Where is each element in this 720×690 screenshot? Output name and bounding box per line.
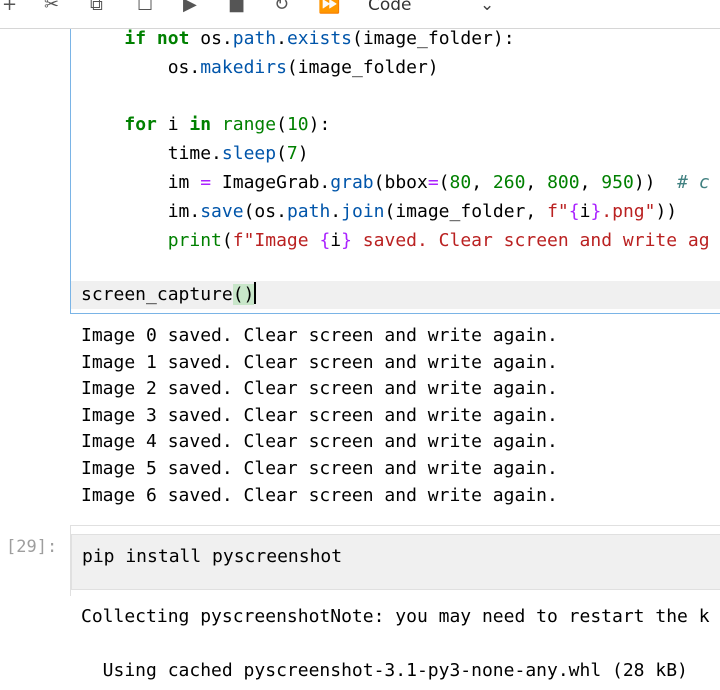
- cell-input-area[interactable]: pip install pyscreenshot: [71, 534, 720, 590]
- copy-icon[interactable]: ⧉: [90, 0, 103, 16]
- call-line: screen_capture(): [81, 282, 257, 305]
- output-line: Image 3 saved. Clear screen and write ag…: [81, 404, 558, 426]
- stop-icon[interactable]: ■: [228, 0, 245, 16]
- output-line: Image 4 saved. Clear screen and write ag…: [81, 431, 558, 453]
- code-line: im = ImageGrab.grab(bbox=(80, 260, 800, …: [81, 171, 710, 193]
- output-line: Image 5 saved. Clear screen and write ag…: [81, 457, 558, 479]
- code-editor[interactable]: if not os.path.exists(image_folder): os.…: [81, 25, 710, 255]
- cell-output: Collecting pyscreenshotNote: you may nee…: [81, 603, 710, 684]
- cell-output: Image 0 saved. Clear screen and write ag…: [81, 323, 558, 509]
- current-input-line[interactable]: screen_capture(): [71, 281, 720, 309]
- output-line: Using cached pyscreenshot-3.1-py3-none-a…: [81, 660, 688, 681]
- code-line: print(f"Image {i} saved. Clear screen an…: [167, 229, 710, 251]
- cell-source: pip install pyscreenshot: [82, 546, 343, 567]
- text-cursor: [254, 282, 257, 304]
- output-line: Image 6 saved. Clear screen and write ag…: [81, 484, 558, 506]
- code-line: for i in range(10):: [124, 114, 331, 136]
- code-line: time.sleep(7): [81, 143, 309, 165]
- output-line: Collecting pyscreenshotNote: you may nee…: [81, 606, 710, 627]
- cell-type-select[interactable]: Code ⌄: [368, 0, 500, 16]
- paste-icon[interactable]: ☐: [137, 0, 153, 16]
- chevron-down-icon: ⌄: [480, 0, 495, 15]
- output-line: Image 0 saved. Clear screen and write ag…: [81, 325, 558, 346]
- plus-icon[interactable]: +: [2, 0, 17, 16]
- execution-count: [29]:: [6, 537, 58, 557]
- output-line: Image 2 saved. Clear screen and write ag…: [81, 378, 558, 400]
- cell-type-value: Code: [368, 0, 412, 15]
- restart-icon[interactable]: ↻: [274, 0, 289, 16]
- code-line: os.makedirs(image_folder): [81, 56, 439, 78]
- output-line: Image 1 saved. Clear screen and write ag…: [81, 351, 558, 373]
- scissors-icon[interactable]: ✂: [44, 0, 59, 16]
- code-line: if not os.path.exists(image_folder):: [124, 28, 515, 49]
- code-line: im.save(os.path.join(image_folder, f"{i}…: [81, 200, 678, 222]
- fast-forward-icon[interactable]: ⏩: [318, 0, 340, 16]
- code-cell[interactable]: pip install pyscreenshot: [70, 525, 720, 596]
- run-icon[interactable]: ▶: [183, 0, 197, 16]
